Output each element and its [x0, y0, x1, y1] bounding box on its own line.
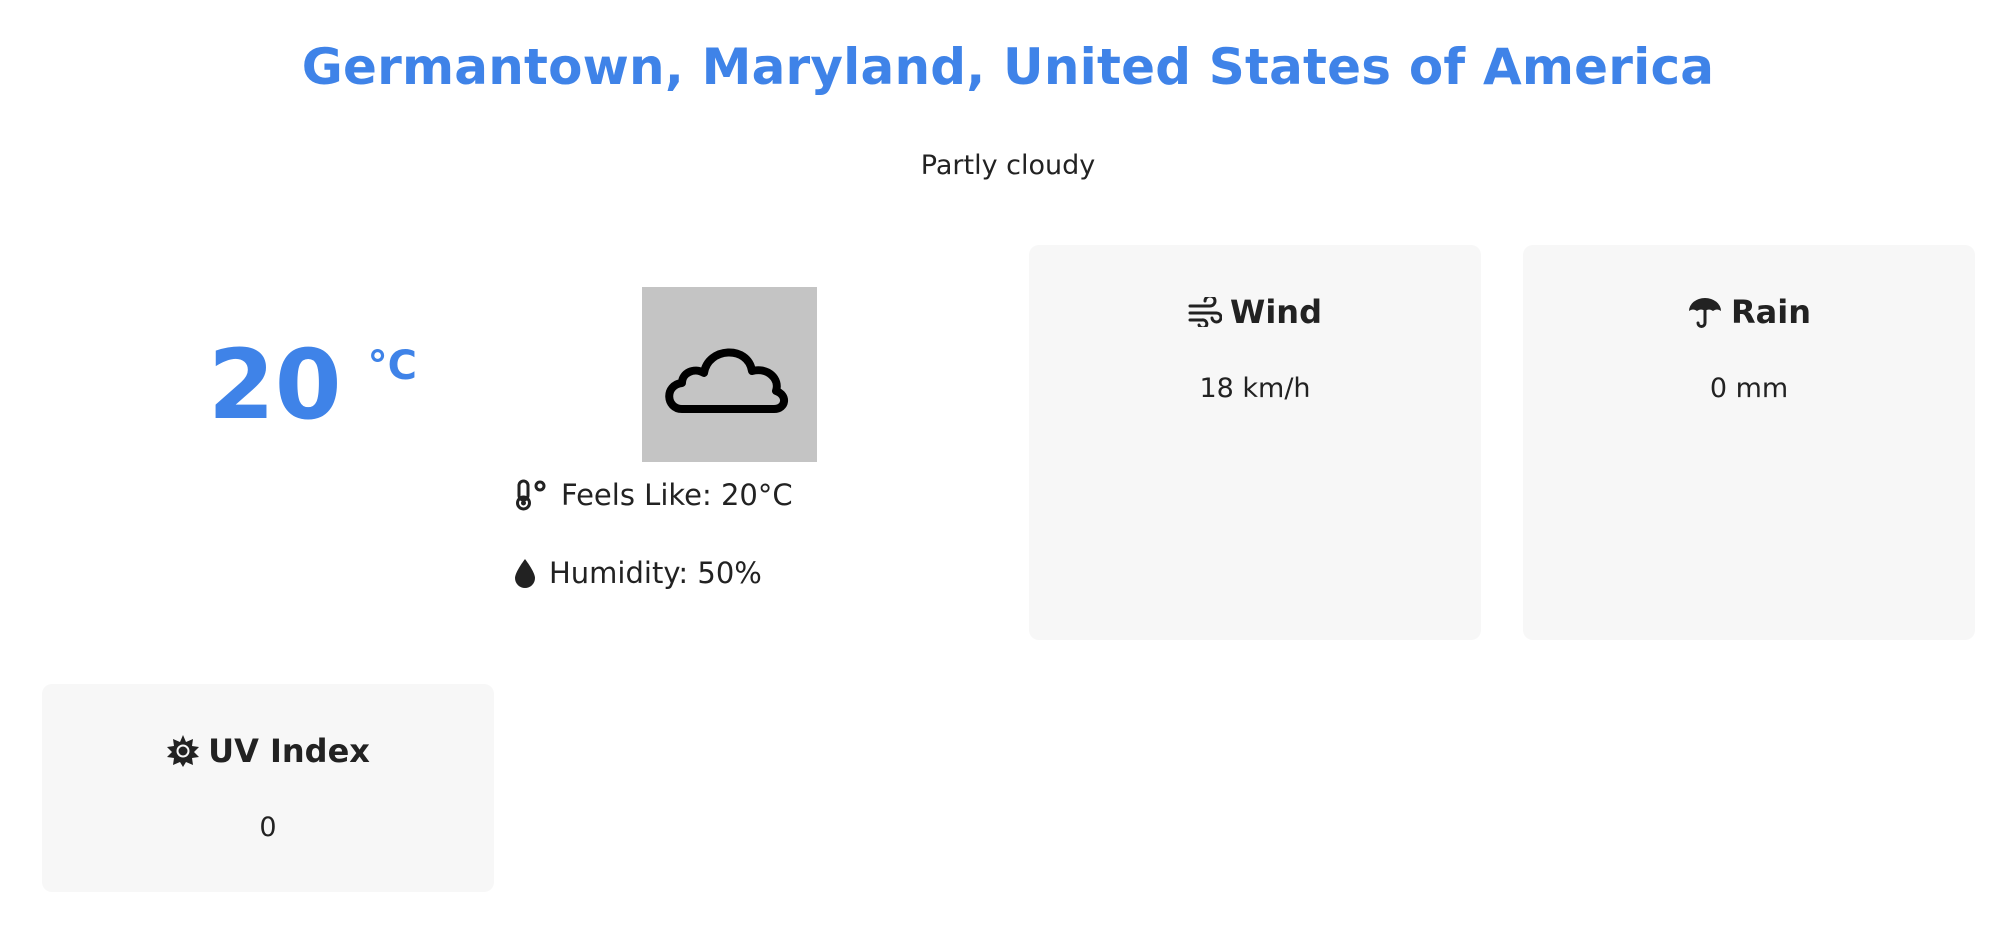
humidity-text: Humidity: 50% [549, 556, 762, 590]
temperature-value: 20 [208, 329, 342, 441]
location-title: Germantown, Maryland, United States of A… [301, 38, 1715, 96]
wind-value: 18 km/h [1199, 373, 1311, 404]
uv-card-title: UV Index [42, 732, 494, 770]
cloud-icon [642, 287, 817, 462]
weather-page: Germantown, Maryland, United States of A… [0, 0, 2016, 931]
feels-like-row: Feels Like: 20°C [513, 478, 793, 512]
thermometer-icon [513, 479, 549, 511]
uv-value: 0 [259, 812, 277, 843]
droplet-icon [513, 557, 537, 589]
rain-card-title: Rain [1523, 293, 1975, 331]
wind-card-title: Wind [1029, 293, 1481, 331]
temperature-display: 20 °C [208, 330, 417, 440]
temperature-unit: °C [367, 343, 417, 389]
rain-value: 0 mm [1709, 373, 1789, 404]
wind-icon [1188, 297, 1223, 327]
wind-card: Wind 18 km/h [1029, 245, 1481, 640]
umbrella-icon [1687, 296, 1723, 328]
condition-text: Partly cloudy [920, 150, 1096, 181]
humidity-row: Humidity: 50% [513, 556, 762, 590]
feels-like-text: Feels Like: 20°C [561, 478, 793, 512]
rain-title-text: Rain [1731, 293, 1811, 331]
uv-index-card: UV Index 0 [42, 684, 494, 892]
sun-icon [166, 734, 200, 768]
uv-title-text: UV Index [208, 732, 370, 770]
wind-title-text: Wind [1230, 293, 1322, 331]
rain-card: Rain 0 mm [1523, 245, 1975, 640]
